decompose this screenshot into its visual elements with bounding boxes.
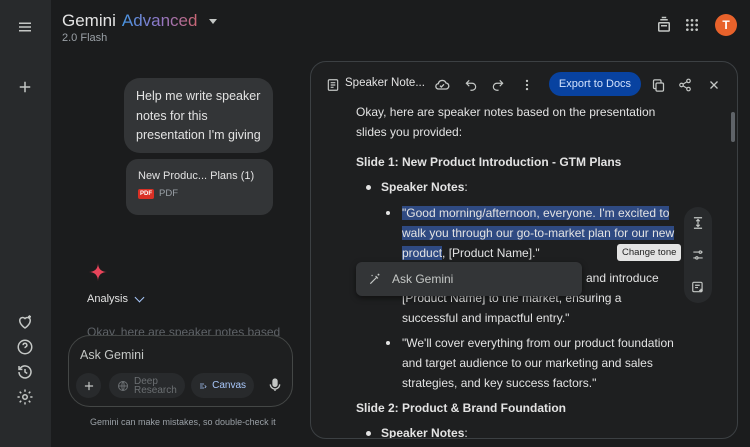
apps-grid-icon[interactable]: [682, 15, 702, 35]
canvas-icon: [200, 383, 207, 388]
gear-icon[interactable]: [13, 385, 37, 409]
undo-icon[interactable]: [463, 77, 479, 93]
deep-research-button[interactable]: Deep Research: [109, 373, 185, 398]
globe-icon: [118, 380, 128, 391]
file-name: New Produc... Plans (1): [138, 170, 255, 182]
canvas-title[interactable]: Speaker Note...: [345, 77, 425, 89]
brand-name: Gemini: [62, 11, 116, 30]
add-notes-icon[interactable]: [690, 279, 706, 295]
document-icon: [325, 77, 341, 93]
brand-tier: Advanced: [121, 11, 198, 30]
model-label: 2.0 Flash: [62, 32, 108, 44]
canvas-button[interactable]: Canvas: [191, 373, 254, 398]
disclaimer: Gemini can make mistakes, so double-chec…: [90, 417, 276, 427]
gemini-spark-icon: [88, 262, 108, 282]
slide-1-heading: Slide 1: New Product Introduction - GTM …: [356, 155, 622, 169]
user-message: Help me write speaker notes for this pre…: [124, 78, 273, 153]
pdf-icon: PDF: [138, 188, 154, 199]
menu-icon[interactable]: [13, 15, 37, 39]
scrollbar-thumb[interactable]: [731, 112, 735, 142]
file-type: PDF: [159, 188, 178, 199]
close-icon[interactable]: [706, 77, 722, 93]
analysis-toggle[interactable]: Analysis: [87, 292, 145, 305]
edit-tools: [684, 207, 712, 303]
speaker-notes-label: Speaker Notes: [381, 180, 465, 194]
more-vert-icon[interactable]: [519, 77, 535, 93]
intro-line-2: slides you provided:: [356, 125, 463, 139]
microphone-icon[interactable]: [267, 376, 283, 394]
copy-icon[interactable]: [650, 77, 666, 93]
note-2-tail: and introduce: [586, 271, 659, 285]
chevron-down-icon: [134, 292, 145, 302]
avatar[interactable]: T: [715, 14, 737, 36]
new-chat-plus-icon[interactable]: [13, 75, 37, 99]
caret-down-icon: [209, 18, 218, 24]
help-icon[interactable]: [13, 335, 37, 359]
prompt-box: Ask Gemini Deep Research Canvas: [68, 335, 293, 407]
adjust-length-icon[interactable]: [690, 215, 706, 231]
cloud-saved-icon[interactable]: [434, 77, 450, 93]
left-rail: [0, 0, 51, 447]
slide-2-heading: Slide 2: Product & Brand Foundation: [356, 401, 566, 415]
magic-pen-icon: [369, 273, 380, 285]
intro-line-1: Okay, here are speaker notes based on th…: [356, 105, 656, 119]
tooltip: Change tone: [617, 244, 682, 261]
ask-gemini-bar[interactable]: Ask Gemini: [356, 262, 582, 296]
canvas-label: Canvas: [212, 380, 246, 391]
change-tone-icon[interactable]: [690, 247, 706, 263]
brand-switcher[interactable]: Gemini Advanced: [62, 11, 218, 31]
deep-research-line2: Research: [134, 384, 177, 396]
share-icon[interactable]: [677, 77, 693, 93]
history-icon[interactable]: [13, 360, 37, 384]
prompt-input[interactable]: Ask Gemini: [80, 348, 144, 362]
add-attachment-button[interactable]: [76, 373, 101, 398]
gem-icon[interactable]: [13, 310, 37, 334]
canvas-panel: Speaker Note... Export to Docs Okay, her…: [310, 61, 738, 439]
redo-icon[interactable]: [490, 77, 506, 93]
analysis-label: Analysis: [87, 293, 128, 305]
selected-text: "Good morning/afternoon, everyone. I'm e…: [402, 206, 670, 220]
export-to-docs-button[interactable]: Export to Docs: [549, 72, 641, 96]
share-conversation-icon[interactable]: [654, 15, 674, 35]
ask-gemini-label: Ask Gemini: [392, 272, 454, 286]
plus-icon: [84, 381, 93, 390]
attached-file-card[interactable]: New Produc... Plans (1) PDF PDF: [126, 159, 273, 215]
